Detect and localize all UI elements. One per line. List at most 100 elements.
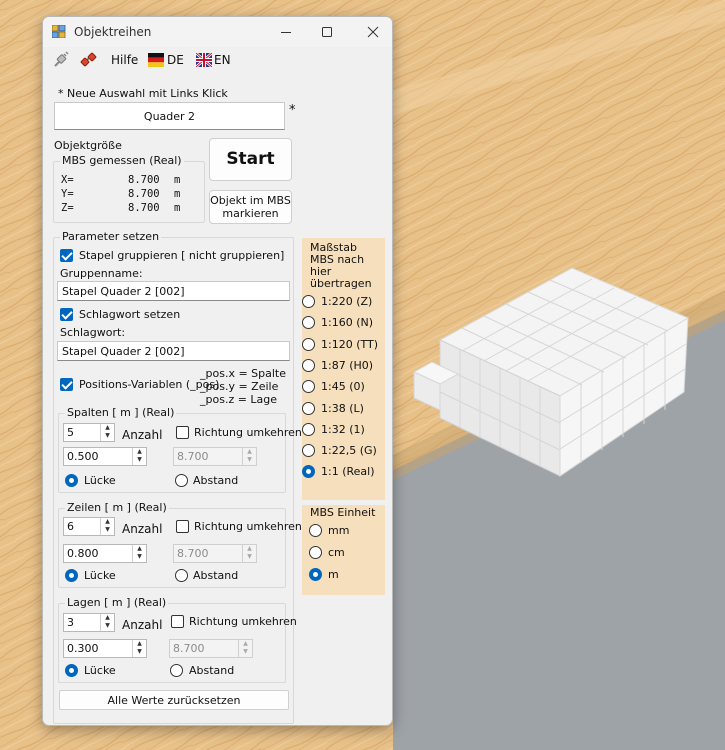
size-unit: m <box>174 174 181 186</box>
scale-radio[interactable] <box>302 295 315 308</box>
unit-radio[interactable] <box>309 524 322 537</box>
spin-down-icon[interactable]: ▼ <box>101 432 114 440</box>
spin-down-icon[interactable]: ▼ <box>101 622 114 630</box>
rows-reverse-checkbox[interactable] <box>176 520 189 533</box>
scale-radio[interactable] <box>302 337 315 351</box>
mark-in-mbs-line2: markieren <box>222 207 279 220</box>
minimize-icon[interactable] <box>276 22 296 42</box>
columns-distance-spinner: 8.700 ▲ ▼ <box>173 447 257 466</box>
rows-count-spinner[interactable]: 6 ▲ ▼ <box>63 517 115 536</box>
reset-all-button[interactable]: Alle Werte zurücksetzen <box>59 690 289 710</box>
columns-title: Spalten [ m ] (Real) <box>65 406 177 419</box>
layers-count-spinner[interactable]: 3 ▲ ▼ <box>63 613 115 632</box>
spin-down-icon[interactable]: ▼ <box>101 526 114 534</box>
layers-gap-label: Lücke <box>84 664 116 677</box>
spin-down-icon[interactable]: ▼ <box>133 456 146 464</box>
columns-reverse-checkbox[interactable] <box>176 426 189 439</box>
selection-asterisk: * <box>289 103 296 118</box>
pos-hint-z: _pos.z = Lage <box>200 393 278 406</box>
rows-title: Zeilen [ m ] (Real) <box>65 501 169 514</box>
scale-radio[interactable] <box>302 358 315 372</box>
size-axis-label: X= <box>61 174 74 186</box>
spin-down-icon[interactable]: ▼ <box>133 553 146 561</box>
keyword-set-checkbox[interactable] <box>60 308 73 321</box>
size-axis-label: Y= <box>61 188 74 200</box>
unit-radio[interactable] <box>309 546 322 559</box>
columns-count-spinner[interactable]: 5 ▲ ▼ <box>63 423 115 442</box>
rows-reverse-label: Richtung umkehren <box>194 520 302 533</box>
scale-option-label: 1:22,5 (G) <box>321 444 377 458</box>
unit-radio[interactable] <box>309 568 322 581</box>
keyword-set-label: Schlagwort setzen <box>79 308 181 321</box>
scale-option-label: 1:87 (H0) <box>321 358 374 372</box>
spin-up-icon[interactable]: ▲ <box>133 640 146 648</box>
measured-size-title: MBS gemessen (Real) <box>60 154 184 167</box>
rows-distance-radio[interactable] <box>175 569 188 582</box>
columns-count-value: 5 <box>67 426 74 439</box>
close-icon[interactable] <box>363 22 383 42</box>
unit-option-label: mm <box>328 524 350 537</box>
scale-option-label: 1:160 (N) <box>321 316 374 330</box>
menu-lang-en[interactable]: EN <box>214 53 231 67</box>
spin-down-icon: ▼ <box>243 648 248 655</box>
flag-en-icon[interactable] <box>196 53 212 67</box>
maximize-icon[interactable] <box>317 22 337 42</box>
spin-up-icon: ▲ <box>243 640 248 647</box>
size-value: 8.700 <box>128 188 160 200</box>
scale-option-label: 1:1 (Real) <box>321 465 375 479</box>
size-value: 8.700 <box>128 202 160 214</box>
scale-radio[interactable] <box>302 401 315 415</box>
group-stack-checkbox[interactable] <box>60 249 73 262</box>
group-stack-label: Stapel gruppieren [ nicht gruppieren] <box>79 249 285 262</box>
plug-connect-icon[interactable] <box>80 51 98 69</box>
plug-disconnected-icon[interactable] <box>52 51 70 69</box>
group-name-input[interactable]: Stapel Quader 2 [002] <box>57 281 290 301</box>
spin-up-icon[interactable]: ▲ <box>133 545 146 553</box>
scale-radio[interactable] <box>302 422 315 436</box>
flag-de-icon[interactable] <box>148 53 164 67</box>
spin-down-icon[interactable]: ▼ <box>133 648 146 656</box>
objektreihen-dialog: Objektreihen Hilfe DE EN * Neue Auswahl … <box>42 16 393 726</box>
position-variables-label: Positions-Variablen (_pos) <box>79 378 220 391</box>
scale-radio[interactable] <box>302 444 315 458</box>
group-name-label: Gruppenname: <box>60 267 143 280</box>
unit-heading: MBS Einheit <box>310 506 376 519</box>
layers-distance-label: Abstand <box>189 664 235 677</box>
selected-object-field[interactable]: Quader 2 <box>54 102 285 130</box>
layers-distance-radio[interactable] <box>170 664 183 677</box>
rows-distance-spinner: 8.700 ▲ ▼ <box>173 544 257 563</box>
rows-gap-radio[interactable] <box>65 569 78 582</box>
layers-gap-value: 0.300 <box>67 642 99 655</box>
pos-hint-x: _pos.x = Spalte <box>200 367 287 380</box>
columns-reverse-label: Richtung umkehren <box>194 426 302 439</box>
layers-reverse-checkbox[interactable] <box>171 615 184 628</box>
title-bar: Objektreihen <box>43 17 392 47</box>
columns-distance-value: 8.700 <box>177 450 209 463</box>
keyword-input[interactable]: Stapel Quader 2 [002] <box>57 341 290 361</box>
scale-heading-line: übertragen <box>310 277 372 290</box>
columns-gap-radio[interactable] <box>65 474 78 487</box>
rows-distance-value: 8.700 <box>177 547 209 560</box>
size-unit: m <box>174 188 181 200</box>
mark-in-mbs-button[interactable]: Objekt im MBS markieren <box>209 190 292 224</box>
spin-down-icon: ▼ <box>247 553 252 560</box>
start-button[interactable]: Start <box>209 138 292 181</box>
unit-option-label: m <box>328 568 339 581</box>
position-variables-checkbox[interactable] <box>60 378 73 391</box>
spin-up-icon[interactable]: ▲ <box>101 424 114 432</box>
window-title: Objektreihen <box>74 25 152 39</box>
menu-help[interactable]: Hilfe <box>111 53 138 67</box>
layers-distance-value: 8.700 <box>173 642 205 655</box>
rows-gap-spinner[interactable]: 0.800 ▲ ▼ <box>63 544 147 563</box>
spin-up-icon[interactable]: ▲ <box>101 518 114 526</box>
size-axis-label: Z= <box>61 202 74 214</box>
spin-up-icon[interactable]: ▲ <box>133 448 146 456</box>
layers-gap-radio[interactable] <box>65 664 78 677</box>
menu-lang-de[interactable]: DE <box>167 53 184 67</box>
columns-gap-spinner[interactable]: 0.500 ▲ ▼ <box>63 447 147 466</box>
layers-gap-spinner[interactable]: 0.300 ▲ ▼ <box>63 639 147 658</box>
scale-option-label: 1:45 (0) <box>321 380 365 394</box>
spin-up-icon[interactable]: ▲ <box>101 614 114 622</box>
spin-up-icon: ▲ <box>247 545 252 552</box>
columns-distance-radio[interactable] <box>175 474 188 487</box>
